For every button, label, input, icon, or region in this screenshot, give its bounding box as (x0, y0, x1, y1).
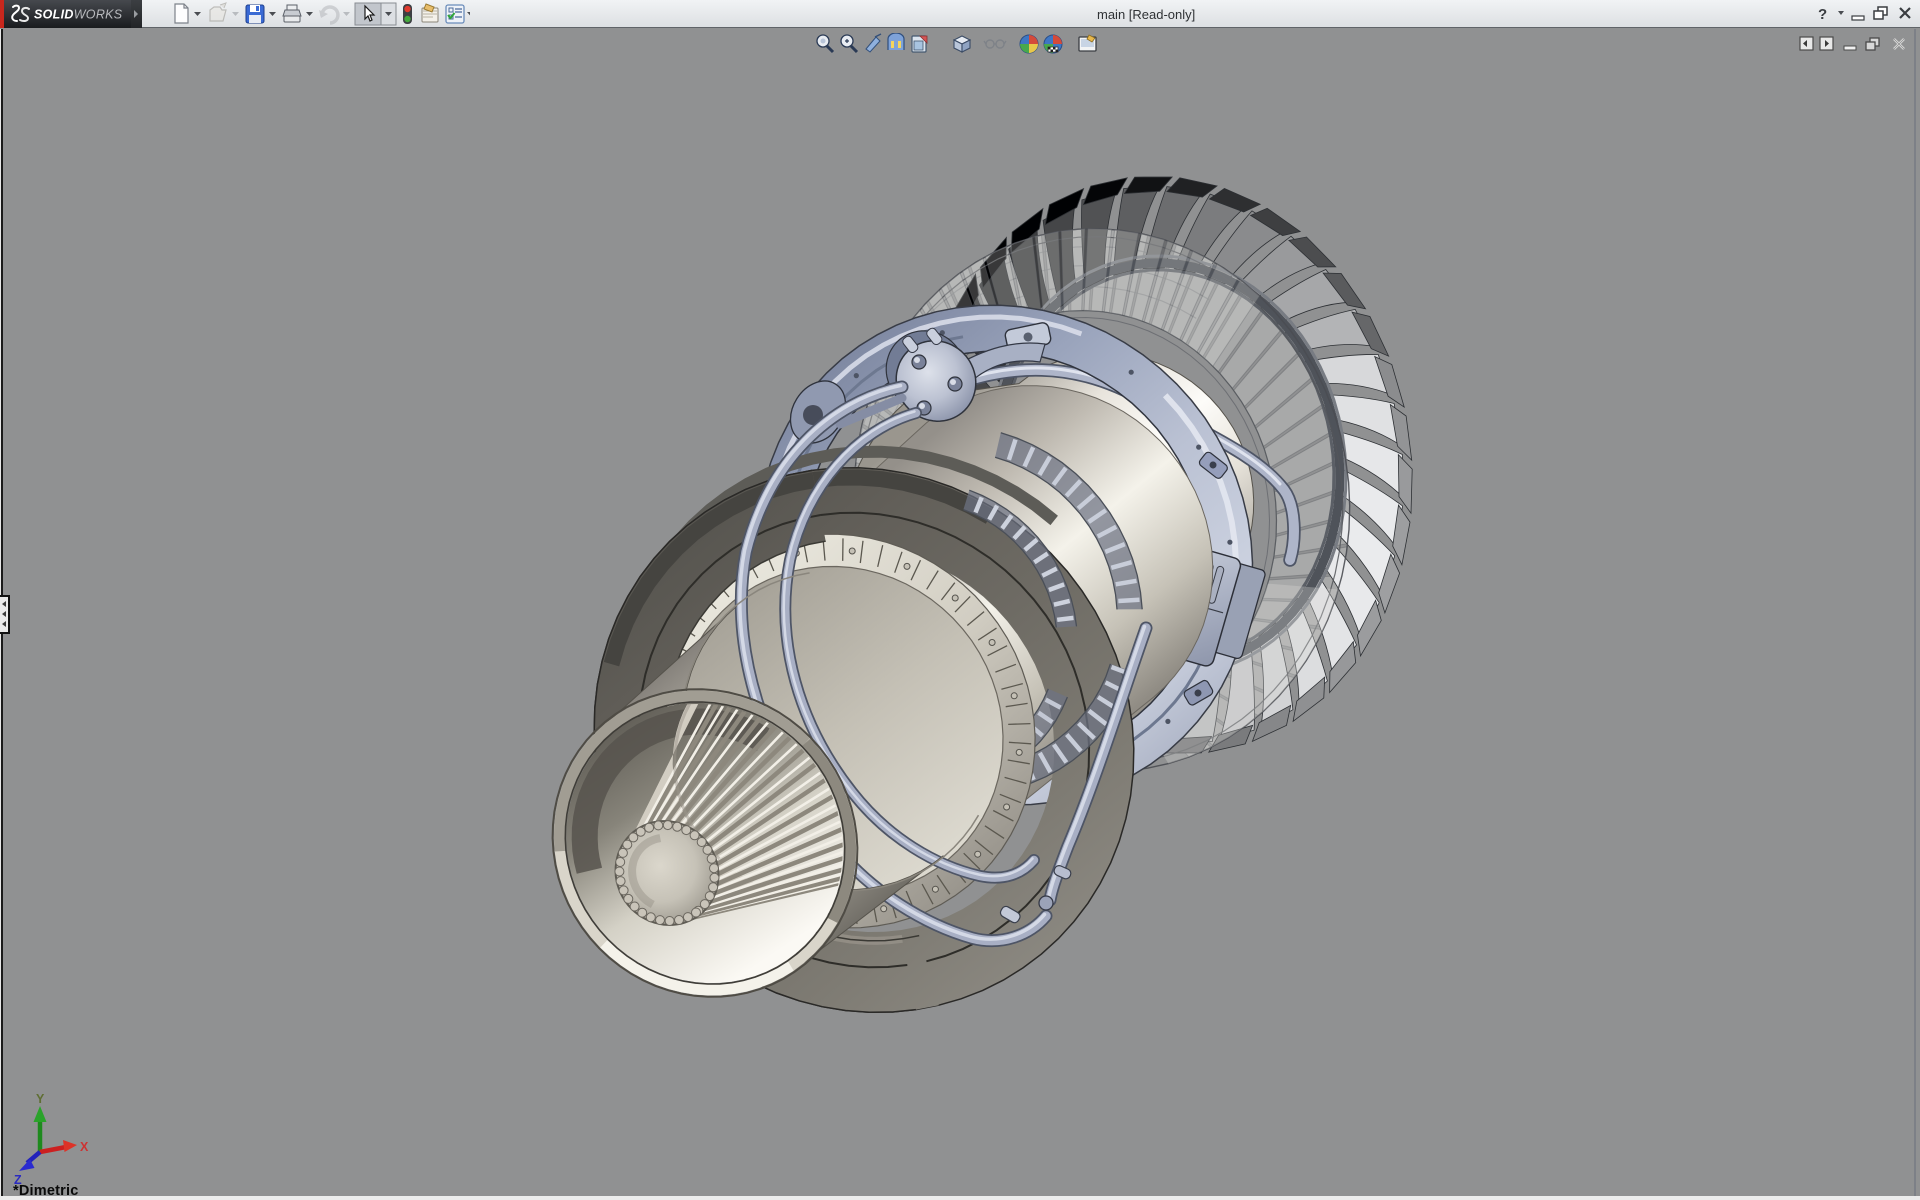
svg-text:?: ? (1818, 6, 1827, 23)
svg-text:X: X (80, 1140, 89, 1154)
svg-text:SOLIDWORKS: SOLIDWORKS (34, 8, 123, 22)
svg-text:Y: Y (36, 1092, 45, 1106)
